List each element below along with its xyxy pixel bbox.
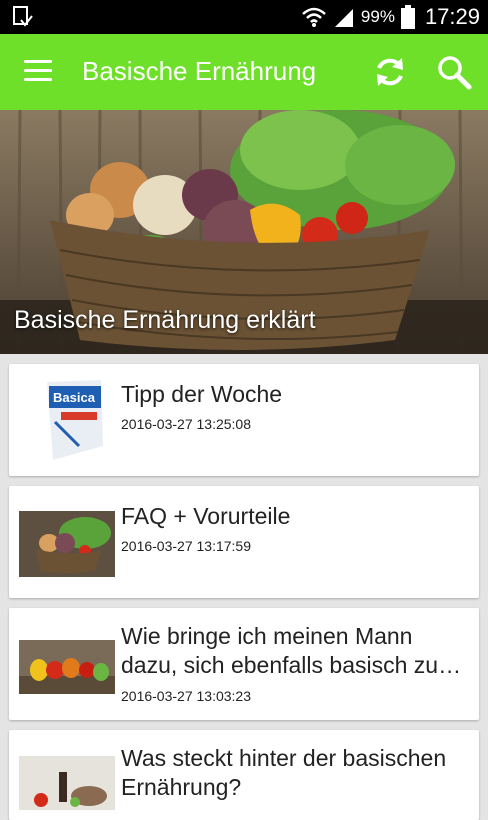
basica-product-thumbnail: Basica bbox=[47, 380, 103, 460]
status-bar: 99% 17:29 bbox=[0, 0, 488, 34]
vegetables-thumbnail bbox=[19, 640, 115, 694]
app-bar: Basische Ernährung bbox=[0, 34, 488, 110]
download-notification-icon bbox=[13, 6, 33, 27]
hero-caption: Basische Ernährung erklärt bbox=[14, 306, 316, 334]
svg-text:Basica: Basica bbox=[53, 390, 96, 405]
signal-icon bbox=[334, 9, 353, 27]
article-title: Tipp der Woche bbox=[121, 381, 283, 407]
clock: 17:29 bbox=[424, 4, 480, 29]
article-card[interactable]: Wie bringe ich meinen Mann dazu, sich eb… bbox=[9, 608, 479, 720]
wifi-icon bbox=[302, 7, 326, 27]
kitchen-still-life-thumbnail bbox=[19, 756, 115, 810]
article-date: 2016-03-27 13:17:59 bbox=[121, 538, 251, 554]
refresh-icon[interactable] bbox=[372, 54, 408, 90]
article-card[interactable]: FAQ + Vorurteile 2016-03-27 13:17:59 bbox=[9, 486, 479, 598]
article-date: 2016-03-27 13:25:08 bbox=[121, 416, 251, 432]
article-title: Was steckt hinter der basischen Ernährun… bbox=[121, 745, 447, 800]
vegetable-basket-thumbnail bbox=[19, 511, 115, 577]
article-card[interactable]: Was steckt hinter der basischen Ernährun… bbox=[9, 730, 479, 820]
battery-percent: 99% bbox=[360, 7, 395, 26]
article-card[interactable]: Basica Tipp der Woche 2016-03-27 13:25:0… bbox=[9, 364, 479, 476]
search-icon[interactable] bbox=[436, 54, 472, 90]
article-date: 2016-03-27 13:03:23 bbox=[121, 688, 251, 704]
menu-icon[interactable] bbox=[24, 60, 52, 84]
article-title: Wie bringe ich meinen Mann dazu, sich eb… bbox=[121, 623, 462, 678]
battery-icon bbox=[400, 5, 415, 29]
hero-banner[interactable]: Basische Ernährung erklärt bbox=[0, 110, 488, 354]
article-title: FAQ + Vorurteile bbox=[121, 503, 291, 529]
app-title: Basische Ernährung bbox=[82, 56, 317, 86]
